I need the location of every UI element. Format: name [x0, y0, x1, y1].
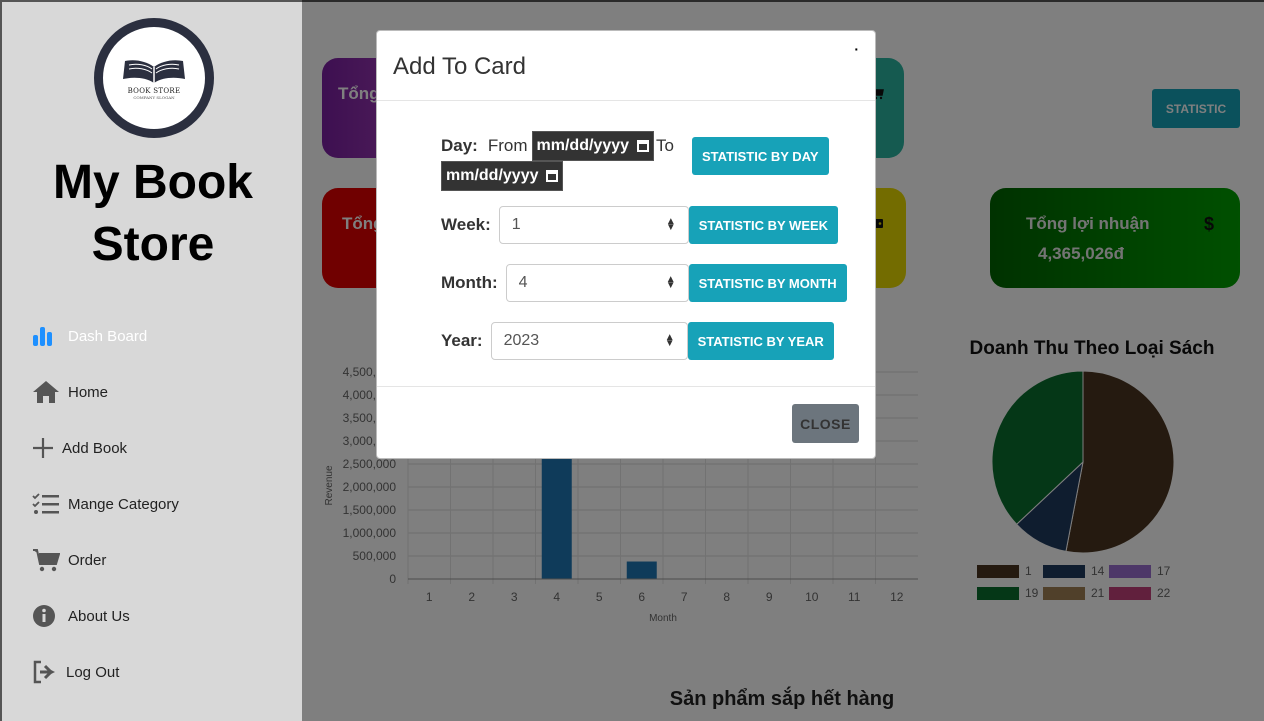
brand-title: My Book Store	[2, 152, 304, 276]
modal-footer: CLOSE	[377, 386, 875, 458]
statistic-by-day-button[interactable]: STATISTIC BY DAY	[692, 137, 829, 175]
sidebar-item-label: Order	[68, 551, 107, 569]
sidebar-item-manage-category[interactable]: Mange Category	[32, 476, 292, 532]
sidebar-item-home[interactable]: Home	[32, 364, 292, 420]
statistic-by-year-button[interactable]: STATISTIC BY YEAR	[687, 322, 834, 360]
modal-title: Add To Card	[393, 53, 526, 80]
cart-icon	[32, 547, 62, 573]
logout-icon	[32, 659, 60, 685]
sidebar-item-about-us[interactable]: About Us	[32, 588, 292, 644]
date-placeholder: mm/dd/yyyy	[446, 167, 539, 184]
home-icon	[32, 379, 62, 405]
year-value: 2023	[503, 332, 540, 349]
sidebar-item-label: About Us	[68, 607, 130, 625]
to-date-input[interactable]: mm/dd/yyyy	[441, 161, 564, 191]
month-select[interactable]: 4 ▲ ▼	[505, 264, 689, 302]
statistic-modal: Add To Card · Day: From mm/dd/yyyy To mm…	[376, 30, 876, 459]
to-label: To	[656, 136, 674, 155]
year-label: Year:	[441, 331, 483, 350]
logo-text: BOOK STORE	[127, 86, 181, 95]
statistic-by-week-button[interactable]: STATISTIC BY WEEK	[688, 206, 839, 244]
sidebar-nav: Dash Board Home Add Book Mange Category …	[32, 308, 292, 700]
info-icon	[32, 603, 62, 629]
week-value: 1	[511, 216, 521, 233]
sidebar-item-order[interactable]: Order	[32, 532, 292, 588]
close-icon[interactable]: ·	[854, 41, 859, 57]
sidebar: BOOK STORE COMPANY SLOGAN My Book Store …	[0, 0, 302, 721]
year-row: Year: 2023 ▲ ▼ STATISTIC BY YEAR	[441, 322, 834, 360]
statistic-by-month-button[interactable]: STATISTIC BY MONTH	[688, 264, 847, 302]
calendar-icon	[546, 170, 559, 182]
sidebar-item-label: Dash Board	[68, 327, 148, 345]
plus-icon	[32, 435, 56, 461]
month-label: Month:	[441, 273, 498, 292]
store-logo: BOOK STORE COMPANY SLOGAN	[94, 18, 214, 138]
sidebar-item-dashboard[interactable]: Dash Board	[32, 308, 292, 364]
select-arrows-icon: ▲ ▼	[665, 216, 676, 233]
brand-line-2: Store	[91, 218, 215, 271]
open-book-icon	[123, 59, 185, 83]
sidebar-item-label: Mange Category	[68, 495, 179, 513]
sidebar-item-add-book[interactable]: Add Book	[32, 420, 292, 476]
sidebar-item-label: Add Book	[62, 439, 128, 457]
logo-slogan: COMPANY SLOGAN	[133, 94, 175, 100]
day-label: Day:	[441, 136, 478, 155]
sidebar-item-label: Log Out	[66, 663, 120, 681]
month-row: Month: 4 ▲ ▼ STATISTIC BY MONTH	[441, 264, 847, 302]
week-select[interactable]: 1 ▲ ▼	[498, 206, 689, 244]
month-value: 4	[518, 274, 528, 291]
calendar-icon	[637, 140, 650, 152]
checklist-icon	[32, 491, 62, 517]
select-arrows-icon: ▲ ▼	[665, 274, 676, 291]
select-arrows-icon: ▲ ▼	[664, 332, 675, 349]
from-date-input[interactable]: mm/dd/yyyy	[531, 131, 655, 161]
day-row: Day: From mm/dd/yyyy To mm/dd/yyyy	[441, 131, 711, 191]
sidebar-item-label: Home	[68, 383, 109, 401]
modal-header: Add To Card ·	[377, 31, 875, 101]
week-row: Week: 1 ▲ ▼ STATISTIC BY WEEK	[441, 206, 839, 244]
week-label: Week:	[441, 215, 491, 234]
close-button[interactable]: CLOSE	[792, 404, 859, 443]
sidebar-item-logout[interactable]: Log Out	[32, 644, 292, 700]
brand-line-1: My Book	[52, 156, 253, 209]
from-label: From	[487, 136, 528, 155]
bar-chart-icon	[32, 323, 62, 349]
date-placeholder: mm/dd/yyyy	[536, 137, 630, 154]
year-select[interactable]: 2023 ▲ ▼	[490, 322, 688, 360]
